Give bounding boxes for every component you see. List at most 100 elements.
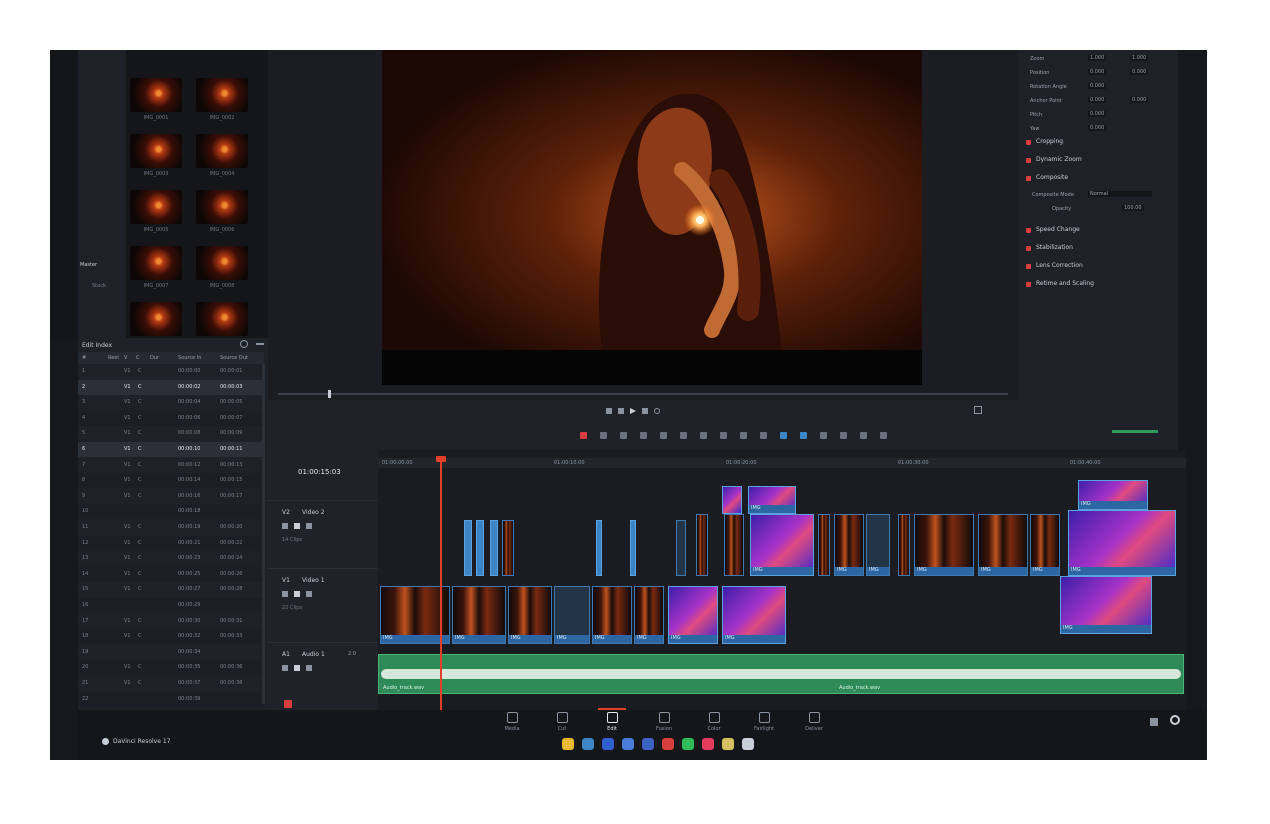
video-clip[interactable]: IMG (1068, 510, 1176, 576)
video-clip[interactable]: IMG (866, 514, 890, 576)
loop-icon[interactable] (654, 408, 660, 414)
media-thumbnail[interactable] (130, 190, 182, 224)
position-lock-icon[interactable] (760, 432, 767, 439)
track-eye-icon[interactable] (294, 591, 300, 597)
flag-icon[interactable] (780, 432, 787, 439)
insert-icon[interactable] (660, 432, 667, 439)
video-clip[interactable] (464, 520, 472, 576)
video-clip[interactable] (476, 520, 484, 576)
column-header[interactable]: Dur (150, 355, 159, 361)
transform-y-field[interactable]: 1.000 (1130, 55, 1149, 61)
next-frame-icon[interactable] (642, 408, 648, 414)
playhead-handle[interactable] (436, 456, 446, 462)
play-icon[interactable] (630, 408, 636, 414)
section-enable-icon[interactable] (1026, 282, 1031, 287)
video-clip[interactable]: IMG (748, 486, 796, 514)
inspector-section[interactable]: Speed Change (1026, 224, 1176, 238)
table-row[interactable]: 2 V1 C 00:00:02 00:00:03 (78, 379, 264, 395)
table-row[interactable]: 13 V1 C 00:00:23 00:00:24 (78, 551, 264, 566)
stop-icon[interactable] (618, 408, 624, 414)
track-eye-icon[interactable] (294, 665, 300, 671)
link-icon[interactable] (740, 432, 747, 439)
section-enable-icon[interactable] (1026, 264, 1031, 269)
inspector-section[interactable]: Cropping (1026, 136, 1176, 150)
track-mute-icon[interactable] (306, 665, 312, 671)
table-row[interactable]: 16 00:00:29 (78, 598, 264, 613)
page-tab-deliver[interactable]: Deliver (794, 712, 834, 742)
bin-stock[interactable]: Stock (92, 283, 106, 289)
table-row[interactable]: 18 V1 C 00:00:32 00:00:33 (78, 629, 264, 645)
edit-index-scrollbar[interactable] (262, 364, 265, 704)
settings-gear-icon[interactable] (1170, 715, 1180, 725)
table-row[interactable]: 7 V1 C 00:00:12 00:00:13 (78, 458, 264, 473)
section-enable-icon[interactable] (1026, 228, 1031, 233)
track-name[interactable]: Audio 1 (302, 651, 325, 658)
video-clip[interactable] (724, 514, 744, 576)
composite-mode-select[interactable]: Normal (1088, 191, 1152, 197)
video-clip[interactable] (490, 520, 498, 576)
table-row[interactable]: 14 V1 C 00:00:25 00:00:26 (78, 566, 264, 582)
video-clip[interactable]: IMG (634, 586, 664, 644)
marker-icon[interactable] (800, 432, 807, 439)
table-row[interactable]: 19 00:00:34 (78, 645, 264, 660)
video-clip[interactable]: IMG (914, 514, 974, 576)
transform-x-field[interactable]: 0.000 (1088, 97, 1107, 103)
track-name[interactable]: Video 2 (302, 509, 325, 516)
viewer-options-icon[interactable] (974, 406, 982, 414)
media-thumbnail[interactable] (130, 246, 182, 280)
bin-master[interactable]: Master (80, 262, 97, 268)
video-clip[interactable] (696, 514, 708, 576)
audio-clip[interactable]: Audio_track.wav Audio_track.wav (378, 654, 1184, 694)
timeline-ruler[interactable]: 01:00:00:00 01:00:10:00 01:00:20:00 01:00:3… (378, 458, 1186, 468)
zoom-out-icon[interactable] (840, 432, 847, 439)
search-icon[interactable] (240, 340, 248, 348)
column-header[interactable]: V (124, 355, 127, 361)
column-header[interactable]: Reel (108, 355, 119, 361)
table-row[interactable]: 20 V1 C 00:00:35 00:00:36 (78, 660, 264, 676)
page-tab-media[interactable]: Media (492, 712, 532, 742)
record-arm-button[interactable] (284, 700, 292, 708)
table-row[interactable]: 9 V1 C 00:00:16 00:00:17 (78, 489, 264, 504)
video-clip[interactable]: IMG (834, 514, 864, 576)
replace-icon[interactable] (700, 432, 707, 439)
media-thumbnail[interactable] (196, 302, 248, 336)
media-thumbnail[interactable] (130, 302, 182, 336)
zoom-slider[interactable] (1112, 430, 1158, 433)
inspector-section[interactable]: Retime and Scaling (1026, 278, 1176, 292)
video-clip[interactable]: IMG (592, 586, 632, 644)
track-eye-icon[interactable] (294, 523, 300, 529)
video-clip[interactable] (596, 520, 602, 576)
video-clip[interactable] (722, 486, 742, 514)
table-row[interactable]: 15 V1 C 00:00:27 00:00:28 (78, 582, 264, 597)
section-enable-icon[interactable] (1026, 176, 1031, 181)
opacity-field[interactable]: 100.00 (1122, 205, 1144, 211)
finder-icon[interactable] (582, 738, 594, 750)
playhead[interactable] (440, 458, 442, 710)
transform-x-field[interactable]: 1.000 (1088, 55, 1107, 61)
track-mute-icon[interactable] (306, 591, 312, 597)
blade-tool-icon[interactable] (640, 432, 647, 439)
scrubber-handle[interactable] (328, 390, 331, 398)
video-clip[interactable] (502, 520, 514, 576)
media-thumbnail[interactable] (196, 78, 248, 112)
transform-x-field[interactable]: 0.000 (1088, 111, 1107, 117)
transform-x-field[interactable]: 0.000 (1088, 83, 1107, 89)
video-clip[interactable]: IMG (1078, 480, 1148, 510)
table-row[interactable]: 6 V1 C 00:00:10 00:00:11 (78, 442, 264, 457)
more-icon[interactable] (256, 343, 264, 345)
inspector-section[interactable]: Composite (1026, 172, 1176, 186)
zoom-in-icon[interactable] (820, 432, 827, 439)
table-row[interactable]: 17 V1 C 00:00:30 00:00:31 (78, 614, 264, 629)
video-clip[interactable]: IMG (722, 586, 786, 644)
table-row[interactable]: 5 V1 C 00:00:08 00:00:09 (78, 426, 264, 441)
video-clip[interactable]: IMG (452, 586, 506, 644)
column-header[interactable]: Source Out (220, 355, 248, 361)
timeline-tracks[interactable]: IMG IMG IMG IMG IMG IMG IMG IMG IMG IMG IMG IMG IMG I… (378, 468, 1186, 710)
table-row[interactable]: 4 V1 C 00:00:06 00:00:07 (78, 410, 264, 426)
video-clip[interactable] (676, 520, 686, 576)
timeline-view-icon[interactable] (880, 432, 887, 439)
track-lock-icon[interactable] (282, 523, 288, 529)
inspector-section[interactable]: Lens Correction (1026, 260, 1176, 274)
track-lock-icon[interactable] (282, 665, 288, 671)
media-thumbnail[interactable] (196, 246, 248, 280)
